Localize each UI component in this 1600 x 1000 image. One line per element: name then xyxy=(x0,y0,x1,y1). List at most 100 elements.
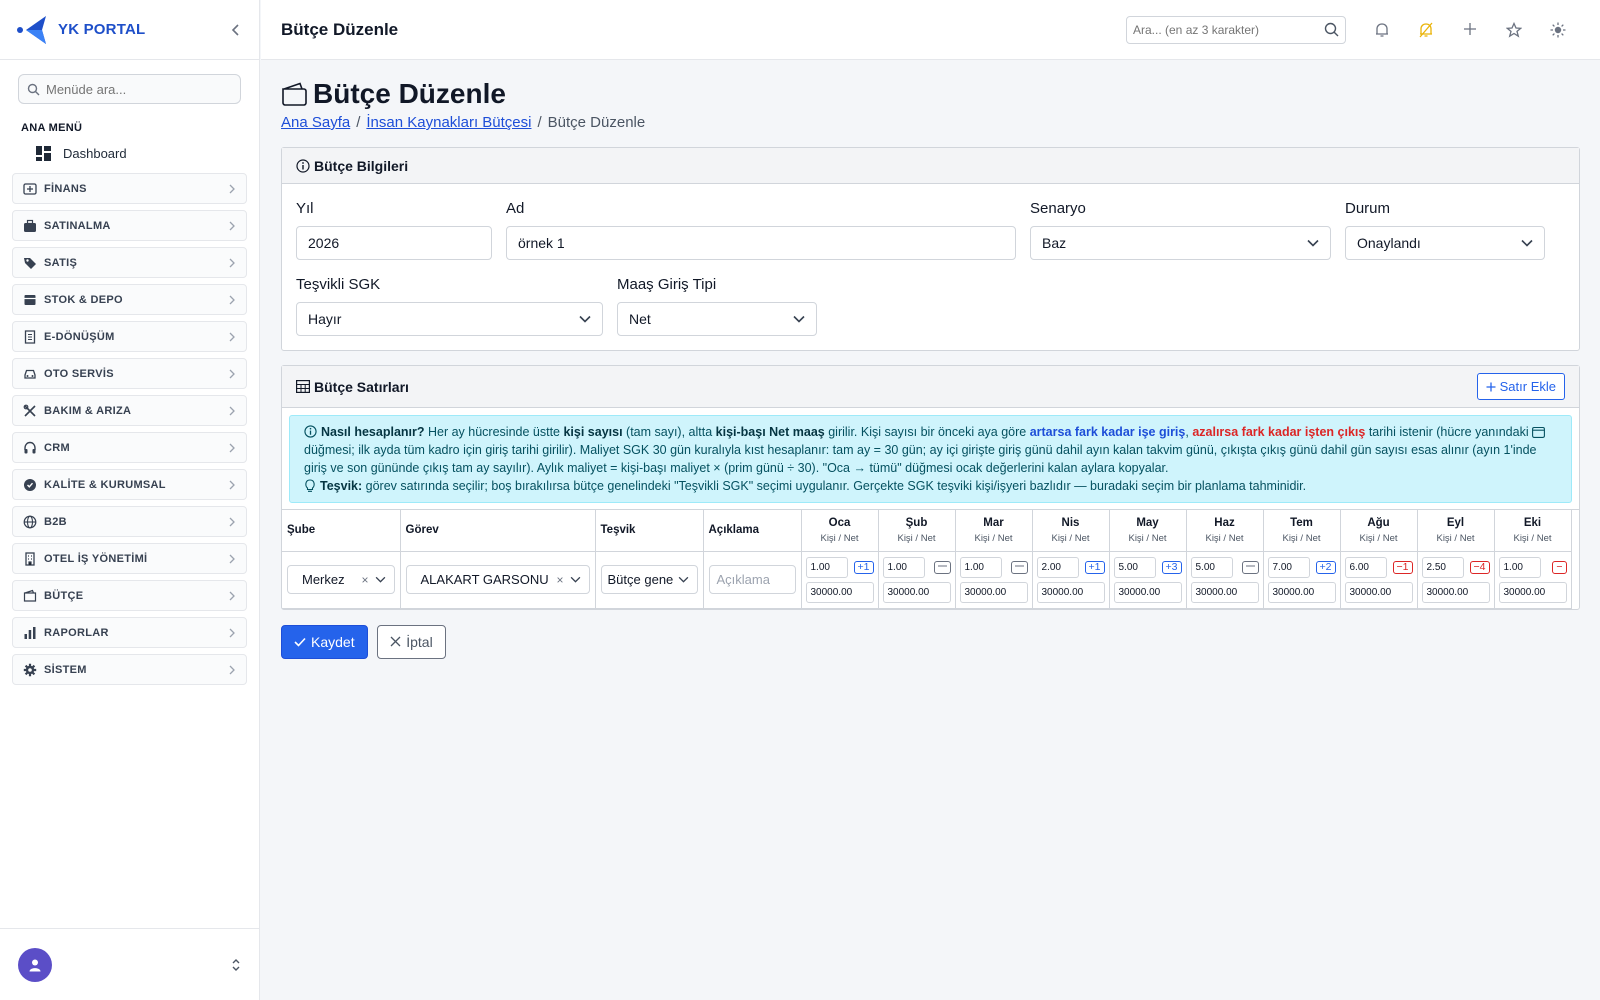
status-select[interactable]: Onaylandı xyxy=(1345,226,1545,260)
headcount-delta-badge[interactable]: +1 xyxy=(853,560,874,574)
bell-slash-icon[interactable] xyxy=(1404,22,1448,38)
salary-type-select[interactable]: Net xyxy=(617,302,817,336)
headcount-input[interactable]: 1.00 xyxy=(882,556,925,578)
month-count-row: 1.00 xyxy=(882,556,951,578)
headcount-input[interactable]: 1.00 xyxy=(959,556,1002,578)
briefcase-icon xyxy=(23,219,37,233)
headcount-delta-badge[interactable]: −1 xyxy=(1392,560,1413,574)
headcount-input[interactable]: 5.00 xyxy=(1190,556,1233,578)
logo-icon xyxy=(16,14,50,46)
cancel-button[interactable]: İptal xyxy=(377,624,446,659)
name-label: Ad xyxy=(506,200,525,217)
clear-icon[interactable]: × xyxy=(556,573,563,587)
headcount-delta-badge[interactable]: +2 xyxy=(1315,560,1336,574)
month-name: Tem xyxy=(1290,516,1313,529)
bell-icon[interactable] xyxy=(1360,22,1404,38)
salary-input[interactable]: 30000.00 xyxy=(1036,581,1105,603)
global-search-input[interactable] xyxy=(1133,22,1313,37)
headcount-input[interactable]: 5.00 xyxy=(1113,556,1156,578)
sidebar-item-label: SATINALMA xyxy=(44,219,111,232)
year-input[interactable]: 2026 xyxy=(296,226,492,260)
add-row-button[interactable]: Satır Ekle xyxy=(1476,373,1565,400)
calendar-icon[interactable] xyxy=(1010,560,1028,574)
sidebar-item-7[interactable]: BAKIM & ARIZA xyxy=(12,395,247,426)
calendar-icon[interactable] xyxy=(933,560,951,574)
sidebar-item-6[interactable]: OTO SERVİS xyxy=(12,358,247,389)
menu-search[interactable] xyxy=(18,74,241,104)
headcount-delta-badge[interactable]: − xyxy=(1552,560,1567,574)
sun-icon[interactable] xyxy=(1536,22,1580,38)
salary-input[interactable]: 30000.00 xyxy=(1190,581,1259,603)
headcount-input[interactable]: 6.00 xyxy=(1344,556,1387,578)
incentive-select[interactable]: Bütçe genel xyxy=(600,565,698,594)
breadcrumb-home[interactable]: Ana Sayfa xyxy=(281,114,350,131)
budget-table-wrapper[interactable]: Şube Görev Teşvik Açıklama Oca Kişi / Net… xyxy=(282,509,1579,609)
sidebar-item-11[interactable]: OTEL İŞ YÖNETİMİ xyxy=(12,543,247,574)
column-header-incentive: Teşvik xyxy=(595,510,704,552)
salary-input[interactable]: 30000.00 xyxy=(1267,581,1336,603)
headcount-input[interactable]: 2.00 xyxy=(1036,556,1079,578)
avatar[interactable] xyxy=(18,947,52,982)
sidebar-item-label: B2B xyxy=(44,515,67,528)
sidebar-item-dashboard[interactable]: Dashboard xyxy=(0,140,259,167)
salary-input[interactable]: 30000.00 xyxy=(882,581,951,603)
sgk-label: Teşvikli SGK xyxy=(296,276,381,293)
description-input[interactable]: Açıklama xyxy=(708,565,796,594)
month-count-row: 1.00 xyxy=(959,556,1028,578)
chevron-right-icon xyxy=(228,258,236,268)
salary-input[interactable]: 30000.00 xyxy=(1113,581,1182,603)
name-input[interactable]: örnek 1 xyxy=(506,226,1016,260)
branch-select[interactable]: Merkez × xyxy=(287,565,395,594)
chevron-right-icon xyxy=(228,480,236,490)
calendar-icon[interactable] xyxy=(1241,560,1259,574)
description-cell: Açıklama xyxy=(703,551,802,609)
salary-input[interactable]: 30000.00 xyxy=(1421,581,1490,603)
plus-icon[interactable] xyxy=(1448,22,1492,38)
gear-icon xyxy=(23,663,37,677)
sidebar-item-10[interactable]: B2B xyxy=(12,506,247,537)
scenario-select[interactable]: Baz xyxy=(1030,226,1331,260)
sidebar-item-9[interactable]: KALİTE & KURUMSAL xyxy=(12,469,247,500)
sidebar-item-8[interactable]: CRM xyxy=(12,432,247,463)
sidebar-item-2[interactable]: SATINALMA xyxy=(12,210,247,241)
month-name: Şub xyxy=(905,516,928,529)
month-subtitle: Kişi / Net xyxy=(1359,532,1398,544)
month-count-row: 2.00 +1 xyxy=(1036,556,1105,578)
role-value: ALAKART GARSONU xyxy=(420,572,549,587)
headcount-input[interactable]: 2.50 xyxy=(1421,556,1464,578)
save-button[interactable]: Kaydet xyxy=(281,625,368,659)
menu-search-input[interactable] xyxy=(46,81,226,97)
headcount-input[interactable]: 1.00 xyxy=(805,556,848,578)
sidebar-item-14[interactable]: SİSTEM xyxy=(12,654,247,685)
search-icon[interactable] xyxy=(1324,22,1339,37)
sidebar-item-13[interactable]: RAPORLAR xyxy=(12,617,247,648)
sidebar-item-5[interactable]: E-DÖNÜŞÜM xyxy=(12,321,247,352)
collapse-sidebar-icon[interactable] xyxy=(229,23,243,37)
year-label: Yıl xyxy=(296,200,314,217)
headcount-delta-badge[interactable]: +1 xyxy=(1084,560,1105,574)
salary-input[interactable]: 30000.00 xyxy=(959,581,1028,603)
role-select[interactable]: ALAKART GARSONU × xyxy=(405,565,590,594)
salary-input[interactable]: 30000.00 xyxy=(1498,581,1567,603)
clear-icon[interactable]: × xyxy=(361,573,368,587)
headcount-delta-badge[interactable]: +3 xyxy=(1161,560,1182,574)
month-subtitle: Kişi / Net xyxy=(1436,532,1475,544)
sidebar-item-4[interactable]: STOK & DEPO xyxy=(12,284,247,315)
headcount-input[interactable]: 7.00 xyxy=(1267,556,1310,578)
sgk-select[interactable]: Hayır xyxy=(296,302,603,336)
sidebar-item-1[interactable]: FİNANS xyxy=(12,173,247,204)
headcount-input[interactable]: 1.00 xyxy=(1498,556,1541,578)
star-icon[interactable] xyxy=(1492,21,1536,38)
global-search[interactable] xyxy=(1126,15,1346,44)
salary-type-label: Maaş Giriş Tipi xyxy=(617,276,717,293)
sidebar-item-3[interactable]: SATIŞ xyxy=(12,247,247,278)
salary-input[interactable]: 30000.00 xyxy=(1344,581,1413,603)
column-header-month: May Kişi / Net xyxy=(1109,510,1187,552)
chevron-up-down-icon[interactable] xyxy=(231,958,241,972)
breadcrumb-parent[interactable]: İnsan Kaynakları Bütçesi xyxy=(366,114,531,131)
wallet-icon xyxy=(281,82,307,106)
headcount-delta-badge[interactable]: −4 xyxy=(1469,560,1490,574)
page-title-text: Bütçe Düzenle xyxy=(313,78,506,109)
salary-input[interactable]: 30000.00 xyxy=(805,581,874,603)
sidebar-item-12[interactable]: BÜTÇE xyxy=(12,580,247,611)
